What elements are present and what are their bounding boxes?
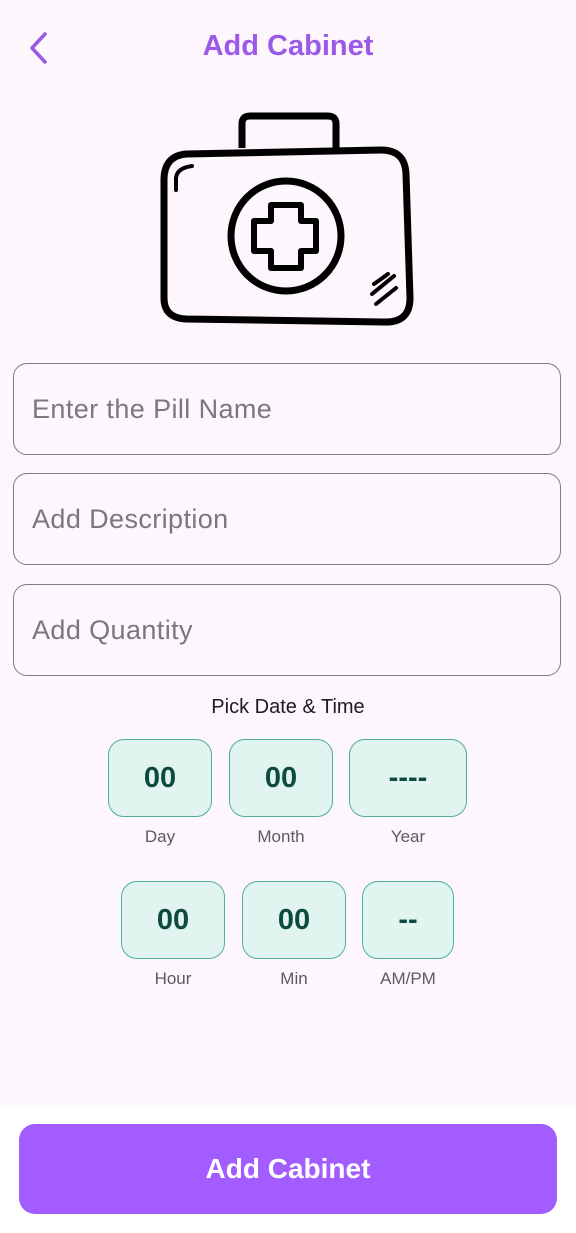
pill-name-input[interactable] <box>14 364 560 454</box>
pill-name-field[interactable] <box>13 363 561 455</box>
description-input[interactable] <box>14 474 560 564</box>
year-picker[interactable]: ---- <box>349 739 467 817</box>
page-title: Add Cabinet <box>202 30 374 62</box>
month-caption: Month <box>257 827 305 846</box>
hour-caption: Hour <box>154 969 192 988</box>
minute-picker[interactable]: 00 <box>242 881 346 959</box>
year-caption: Year <box>390 827 426 846</box>
quantity-input[interactable] <box>14 585 560 675</box>
day-picker[interactable]: 00 <box>108 739 212 817</box>
minute-caption: Min <box>280 969 308 988</box>
ampm-picker[interactable]: -- <box>362 881 454 959</box>
hour-picker[interactable]: 00 <box>121 881 225 959</box>
app-bar: Add Cabinet <box>0 0 576 96</box>
month-picker[interactable]: 00 <box>229 739 333 817</box>
ampm-caption: AM/PM <box>380 969 436 988</box>
day-caption: Day <box>144 827 176 846</box>
description-field[interactable] <box>13 473 561 565</box>
quantity-field[interactable] <box>13 584 561 676</box>
add-cabinet-button[interactable]: Add Cabinet <box>19 1124 557 1214</box>
first-aid-kit-icon <box>160 112 414 326</box>
pick-date-time-label: Pick Date & Time <box>211 696 365 718</box>
